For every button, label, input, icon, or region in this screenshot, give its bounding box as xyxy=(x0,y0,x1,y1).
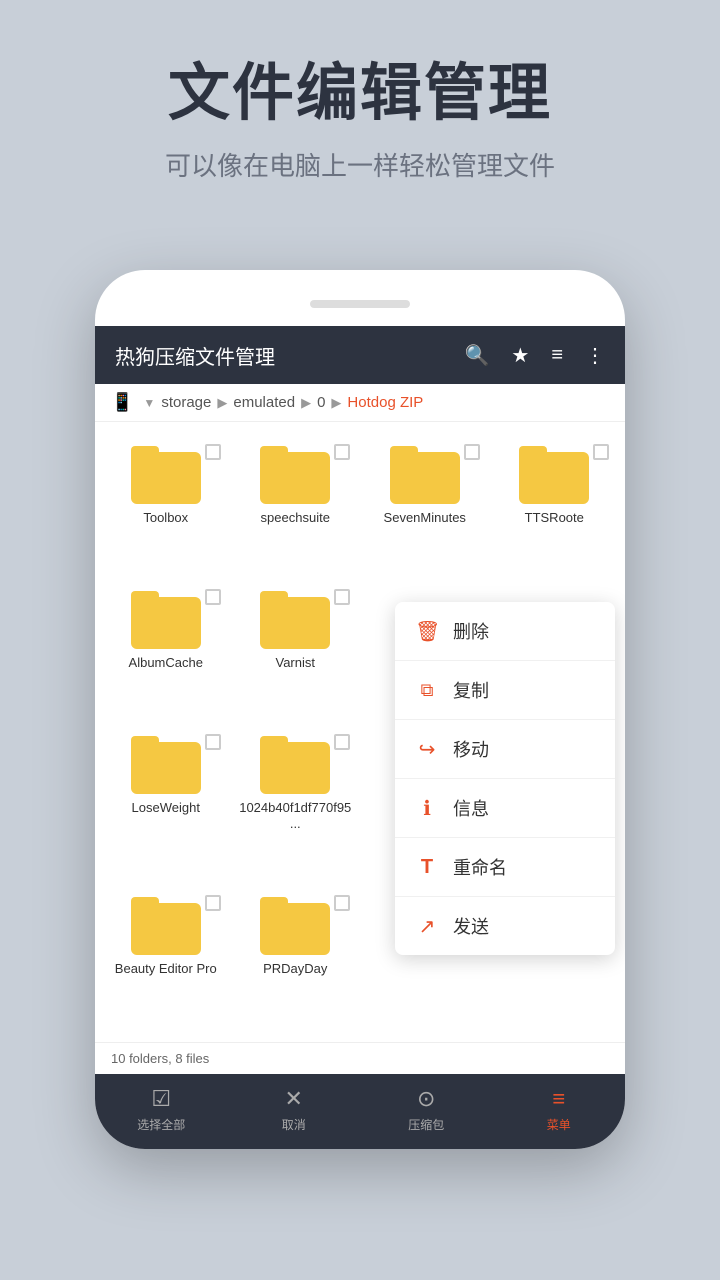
file-checkbox[interactable] xyxy=(205,734,221,750)
menu-item-move[interactable]: ↪ 移动 xyxy=(395,720,615,779)
page-subtitle: 可以像在电脑上一样轻松管理文件 xyxy=(40,146,680,183)
nav-item-menu[interactable]: ≡ 菜单 xyxy=(493,1086,626,1133)
file-checkbox[interactable] xyxy=(334,589,350,605)
list-item[interactable]: speechsuite xyxy=(235,438,357,575)
status-text: 10 folders, 8 files xyxy=(111,1051,209,1066)
delete-icon: 🗑 xyxy=(415,619,439,644)
breadcrumb-zero: 0 xyxy=(317,394,325,411)
star-icon[interactable]: ★ xyxy=(511,343,529,368)
nav-item-compress[interactable]: ⊙ 压缩包 xyxy=(360,1086,493,1133)
sep-3: ▶ xyxy=(331,395,341,411)
send-icon: ↗ xyxy=(415,914,439,939)
file-label: LoseWeight xyxy=(132,800,200,817)
menu-icon[interactable]: ≡ xyxy=(551,344,563,367)
phone-notch xyxy=(310,300,410,308)
folder-icon xyxy=(260,446,330,504)
menu-item-delete[interactable]: 🗑 删除 xyxy=(395,602,615,661)
menu-label-info: 信息 xyxy=(453,795,489,821)
device-icon: 📱 xyxy=(111,392,133,413)
folder-icon xyxy=(260,591,330,649)
file-label: Varnist xyxy=(276,655,316,672)
nav-label-select-all: 选择全部 xyxy=(137,1116,185,1133)
list-item[interactable]: TTSRoote xyxy=(494,438,616,575)
list-item[interactable]: Toolbox xyxy=(105,438,227,575)
app-bar-icons: 🔍 ★ ≡ ⋮ xyxy=(464,343,605,368)
bottom-nav: ☑ 选择全部 ✕ 取消 ⊙ 压缩包 ≡ 菜单 xyxy=(95,1074,625,1149)
breadcrumb-hotdog[interactable]: Hotdog ZIP xyxy=(347,394,423,411)
nav-item-select-all[interactable]: ☑ 选择全部 xyxy=(95,1086,228,1133)
folder-icon xyxy=(260,897,330,955)
app-bar-title: 热狗压缩文件管理 xyxy=(115,341,464,370)
folder-icon xyxy=(131,897,201,955)
folder-icon xyxy=(519,446,589,504)
file-label: SevenMinutes xyxy=(384,510,466,527)
list-item[interactable]: 1024b40f1df770f95... xyxy=(235,728,357,882)
copy-icon: ⧉ xyxy=(415,680,439,701)
info-icon: ℹ xyxy=(415,796,439,821)
breadcrumb-storage: storage xyxy=(161,394,211,411)
file-grid: Toolbox speechsuite SevenMinutes TT xyxy=(95,422,625,1042)
menu-label-move: 移动 xyxy=(453,736,489,762)
menu-label-copy: 复制 xyxy=(453,677,489,703)
nav-item-cancel[interactable]: ✕ 取消 xyxy=(228,1086,361,1133)
list-item[interactable]: SevenMinutes xyxy=(364,438,486,575)
file-checkbox[interactable] xyxy=(334,444,350,460)
sep-2: ▶ xyxy=(301,395,311,411)
cancel-icon: ✕ xyxy=(285,1086,303,1112)
menu-label-rename: 重命名 xyxy=(453,854,507,880)
select-all-icon: ☑ xyxy=(151,1086,171,1112)
menu-item-info[interactable]: ℹ 信息 xyxy=(395,779,615,838)
app-bar: 热狗压缩文件管理 🔍 ★ ≡ ⋮ xyxy=(95,326,625,384)
menu-item-copy[interactable]: ⧉ 复制 xyxy=(395,661,615,720)
nav-label-menu: 菜单 xyxy=(547,1116,571,1133)
top-section: 文件编辑管理 可以像在电脑上一样轻松管理文件 xyxy=(0,0,720,223)
more-icon[interactable]: ⋮ xyxy=(585,343,605,368)
list-item[interactable]: LoseWeight xyxy=(105,728,227,882)
file-label: Toolbox xyxy=(143,510,188,527)
rename-icon: T xyxy=(415,856,439,879)
file-checkbox[interactable] xyxy=(334,895,350,911)
sep-1: ▶ xyxy=(217,395,227,411)
folder-icon xyxy=(131,736,201,794)
file-label: PRDayDay xyxy=(263,961,327,978)
file-checkbox[interactable] xyxy=(205,895,221,911)
file-label: AlbumCache xyxy=(129,655,203,672)
phone-mockup: 热狗压缩文件管理 🔍 ★ ≡ ⋮ 📱 ▼ storage ▶ emulated … xyxy=(95,270,625,1149)
file-checkbox[interactable] xyxy=(464,444,480,460)
menu-label-send: 发送 xyxy=(453,913,489,939)
list-item[interactable]: PRDayDay xyxy=(235,889,357,1026)
folder-icon xyxy=(260,736,330,794)
file-label: TTSRoote xyxy=(525,510,584,527)
nav-menu-icon: ≡ xyxy=(552,1086,565,1112)
list-item[interactable]: Beauty Editor Pro xyxy=(105,889,227,1026)
search-icon[interactable]: 🔍 xyxy=(464,343,489,368)
list-item[interactable]: Varnist xyxy=(235,583,357,720)
status-bar: 10 folders, 8 files xyxy=(95,1042,625,1074)
file-label: speechsuite xyxy=(261,510,330,527)
breadcrumb: 📱 ▼ storage ▶ emulated ▶ 0 ▶ Hotdog ZIP xyxy=(95,384,625,422)
breadcrumb-emulated: emulated xyxy=(233,394,295,411)
breadcrumb-arrow-1: ▼ xyxy=(143,396,155,410)
file-checkbox[interactable] xyxy=(205,589,221,605)
move-icon: ↪ xyxy=(415,737,439,762)
menu-item-send[interactable]: ↗ 发送 xyxy=(395,897,615,955)
page-title: 文件编辑管理 xyxy=(40,60,680,128)
file-label: Beauty Editor Pro xyxy=(115,961,217,978)
context-menu: 🗑 删除 ⧉ 复制 ↪ 移动 ℹ 信息 T 重命名 ↗ 发送 xyxy=(395,602,615,955)
folder-icon xyxy=(131,446,201,504)
folder-icon xyxy=(131,591,201,649)
menu-item-rename[interactable]: T 重命名 xyxy=(395,838,615,897)
list-item[interactable]: AlbumCache xyxy=(105,583,227,720)
file-label: 1024b40f1df770f95... xyxy=(239,800,353,834)
file-checkbox[interactable] xyxy=(593,444,609,460)
file-checkbox[interactable] xyxy=(334,734,350,750)
folder-icon xyxy=(390,446,460,504)
compress-icon: ⊙ xyxy=(417,1086,435,1112)
file-checkbox[interactable] xyxy=(205,444,221,460)
nav-label-compress: 压缩包 xyxy=(408,1116,444,1133)
nav-label-cancel: 取消 xyxy=(282,1116,306,1133)
menu-label-delete: 删除 xyxy=(453,618,489,644)
